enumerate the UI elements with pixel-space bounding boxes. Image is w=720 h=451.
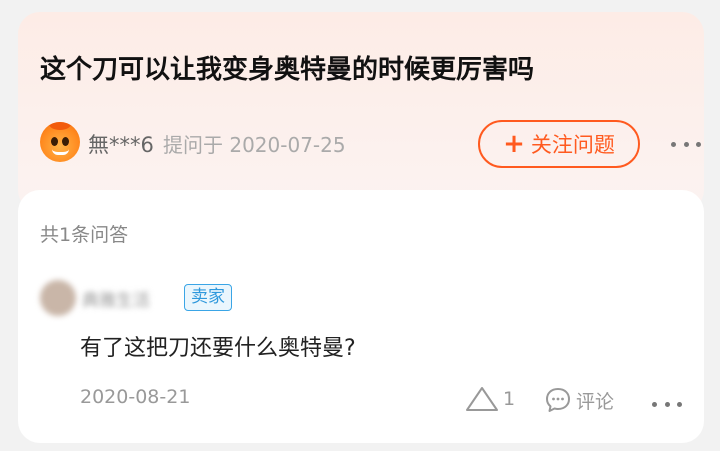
comment-label: 评论: [576, 390, 615, 413]
asker-name[interactable]: 無***6: [88, 129, 154, 159]
asker-row: 無***6 提问于 2020-07-25 + 关注问题: [40, 118, 701, 178]
plus-icon: +: [503, 129, 525, 159]
answers-card: 共1条问答 典雅生活 卖家 有了这把刀还要什么奥特曼? 2020-08-21 1…: [18, 190, 704, 443]
question-title: 这个刀可以让我变身奥特曼的时候更厉害吗: [40, 55, 535, 85]
answer-text: 有了这把刀还要什么奥特曼?: [80, 336, 356, 361]
asker-avatar[interactable]: [40, 122, 80, 162]
follow-button-label: 关注问题: [530, 133, 615, 157]
seller-name[interactable]: 典雅生活: [82, 286, 180, 311]
question-card: 这个刀可以让我变身奥特曼的时候更厉害吗 無***6 提问于 2020-07-25…: [18, 12, 704, 212]
like-button[interactable]: 1: [465, 386, 515, 412]
seller-badge: 卖家: [184, 284, 232, 311]
asked-timestamp: 提问于 2020-07-25: [163, 133, 346, 157]
triangle-like-icon: [466, 387, 498, 411]
seller-avatar[interactable]: [40, 280, 76, 316]
answer-count: 共1条问答: [40, 224, 129, 246]
more-icon[interactable]: [671, 139, 701, 149]
comment-icon: [546, 388, 570, 412]
answer-date: 2020-08-21: [80, 386, 191, 408]
follow-question-button[interactable]: + 关注问题: [478, 120, 640, 168]
like-count: 1: [503, 388, 516, 410]
answer-more-icon[interactable]: [652, 399, 682, 409]
comment-button[interactable]: 评论: [544, 386, 614, 414]
